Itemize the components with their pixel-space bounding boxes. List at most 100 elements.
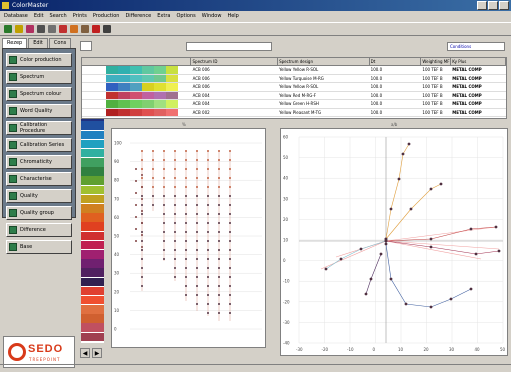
data-point xyxy=(429,187,433,191)
color-swatch[interactable] xyxy=(81,158,104,167)
filter-add-icon[interactable] xyxy=(70,25,78,33)
color-swatch[interactable] xyxy=(81,139,104,149)
nav-button-label: Color production xyxy=(20,57,62,63)
column-header[interactable]: Spectrum design xyxy=(278,58,370,65)
color-swatch[interactable] xyxy=(81,194,104,204)
recipe-icon[interactable] xyxy=(81,25,89,33)
color-swatch[interactable] xyxy=(81,240,104,250)
menu-item[interactable]: Prints xyxy=(73,11,87,21)
menu-item[interactable]: Production xyxy=(93,11,120,21)
data-point xyxy=(229,231,231,233)
cell-code: 100 TEF B xyxy=(422,101,443,106)
color-wheel-icon[interactable] xyxy=(26,25,34,33)
menu-item[interactable]: Difference xyxy=(125,11,151,21)
color-swatch[interactable] xyxy=(81,222,104,231)
data-point xyxy=(141,150,143,152)
color-swatch[interactable] xyxy=(81,323,104,333)
menu-item[interactable]: Search xyxy=(50,11,67,21)
print-preview-icon[interactable] xyxy=(48,25,56,33)
color-swatch[interactable] xyxy=(81,213,104,222)
color-swatch[interactable] xyxy=(81,314,104,323)
color-swatch[interactable] xyxy=(81,185,104,195)
tab[interactable]: Cons xyxy=(48,38,72,48)
column-header[interactable]: Weighting MF xyxy=(421,58,452,65)
color-swatch[interactable] xyxy=(81,249,104,259)
menu-item[interactable]: Help xyxy=(227,11,238,21)
menu-item[interactable]: Window xyxy=(202,11,222,21)
table-row[interactable]: ACB 006 Yellow Yellow R-SOL 100.0 100 TEF B… xyxy=(82,66,506,75)
nav-button[interactable]: Word Quality xyxy=(6,104,72,118)
color-swatch[interactable] xyxy=(81,277,104,287)
filter-icon[interactable] xyxy=(59,25,67,33)
nav-button-label: Quality group xyxy=(20,210,54,216)
search-input[interactable] xyxy=(186,42,272,51)
nav-button[interactable]: Spectrum colour xyxy=(6,87,72,101)
data-point xyxy=(207,249,209,251)
settings-icon[interactable] xyxy=(103,25,111,33)
table-row[interactable]: ACB 004 Yellow Green H-RSH 100.0 100 TEF B M… xyxy=(82,100,506,109)
color-swatch[interactable] xyxy=(81,176,104,186)
select-all-icon[interactable] xyxy=(80,41,92,51)
nav-button[interactable]: Spectrum xyxy=(6,70,72,84)
table-row[interactable]: ACB 002 Yellow Pleasant M-TG 100.0 100 TEF … xyxy=(82,108,506,117)
menu-item[interactable]: Options xyxy=(176,11,195,21)
nav-button[interactable]: Characterise xyxy=(6,172,72,186)
column-header[interactable]: Dt xyxy=(370,58,422,65)
column-header[interactable] xyxy=(82,58,192,65)
nav-button[interactable]: Difference xyxy=(6,223,72,237)
nav-button[interactable]: Quality group xyxy=(6,206,72,220)
table-row[interactable]: ACB 006 Yellow Yellow R-SOL 100.0 100 TEF B… xyxy=(82,83,506,92)
previous-record-button[interactable]: ◀ xyxy=(80,348,90,358)
color-swatch[interactable] xyxy=(81,332,104,342)
next-record-button[interactable]: ▶ xyxy=(92,348,102,358)
minimize-button[interactable] xyxy=(477,1,487,10)
nav-button[interactable]: Quality xyxy=(6,189,72,203)
menu-item[interactable]: Extra xyxy=(157,11,170,21)
palette-icon[interactable] xyxy=(92,25,100,33)
color-swatch[interactable] xyxy=(81,259,104,268)
table-row[interactable]: ACB 006 Yellow Turquoise M-RG 100.0 100 TEF… xyxy=(82,74,506,83)
nav-button[interactable]: Chromaticity xyxy=(6,155,72,169)
data-point xyxy=(218,222,220,224)
column-header[interactable]: Ky Plus xyxy=(451,58,507,65)
chart-icon xyxy=(9,243,17,251)
color-swatch[interactable] xyxy=(81,286,104,296)
data-point xyxy=(174,150,176,152)
column-header[interactable]: Spectrum ID xyxy=(191,58,279,65)
color-swatch[interactable] xyxy=(81,121,104,130)
save-icon[interactable] xyxy=(4,25,12,33)
bar-segment xyxy=(154,74,166,82)
table-row[interactable]: ACB 004 Yellow Red M-RG-F 100.0 100 TEF B ME… xyxy=(82,91,506,100)
color-swatch[interactable] xyxy=(81,231,104,241)
nav-button-label: Quality xyxy=(20,193,38,199)
data-point xyxy=(229,213,231,215)
color-swatch[interactable] xyxy=(81,204,104,213)
color-swatch[interactable] xyxy=(81,167,104,176)
color-swatch[interactable] xyxy=(81,305,104,314)
tab[interactable]: Edit xyxy=(28,38,48,48)
nav-button[interactable]: Calibration Series xyxy=(6,138,72,152)
menu-item[interactable]: Database xyxy=(4,11,28,21)
color-swatch[interactable] xyxy=(81,130,104,140)
tab[interactable]: Rezep xyxy=(2,38,28,48)
print-icon[interactable] xyxy=(37,25,45,33)
maximize-button[interactable] xyxy=(488,1,498,10)
data-point xyxy=(359,247,363,251)
nav-button[interactable]: Base xyxy=(6,240,72,254)
record-navigation: ◀ ▶ xyxy=(80,348,102,358)
color-swatch[interactable] xyxy=(81,148,104,158)
title-bar: ColorMaster xyxy=(0,0,511,11)
menu-item[interactable]: Edit xyxy=(34,11,44,21)
close-button[interactable] xyxy=(499,1,509,10)
open-icon[interactable] xyxy=(15,25,23,33)
color-swatch[interactable] xyxy=(81,295,104,305)
y-tick-label: 60 xyxy=(283,135,289,140)
data-point xyxy=(152,159,154,161)
color-swatch[interactable] xyxy=(81,268,104,277)
nav-button[interactable]: Calibration Procedure xyxy=(6,121,72,135)
data-point xyxy=(218,267,220,269)
data-point xyxy=(207,204,209,206)
y-tick-label: -40 xyxy=(283,341,290,346)
mode-select[interactable]: Conditions xyxy=(447,42,505,51)
nav-button[interactable]: Color production xyxy=(6,53,72,67)
